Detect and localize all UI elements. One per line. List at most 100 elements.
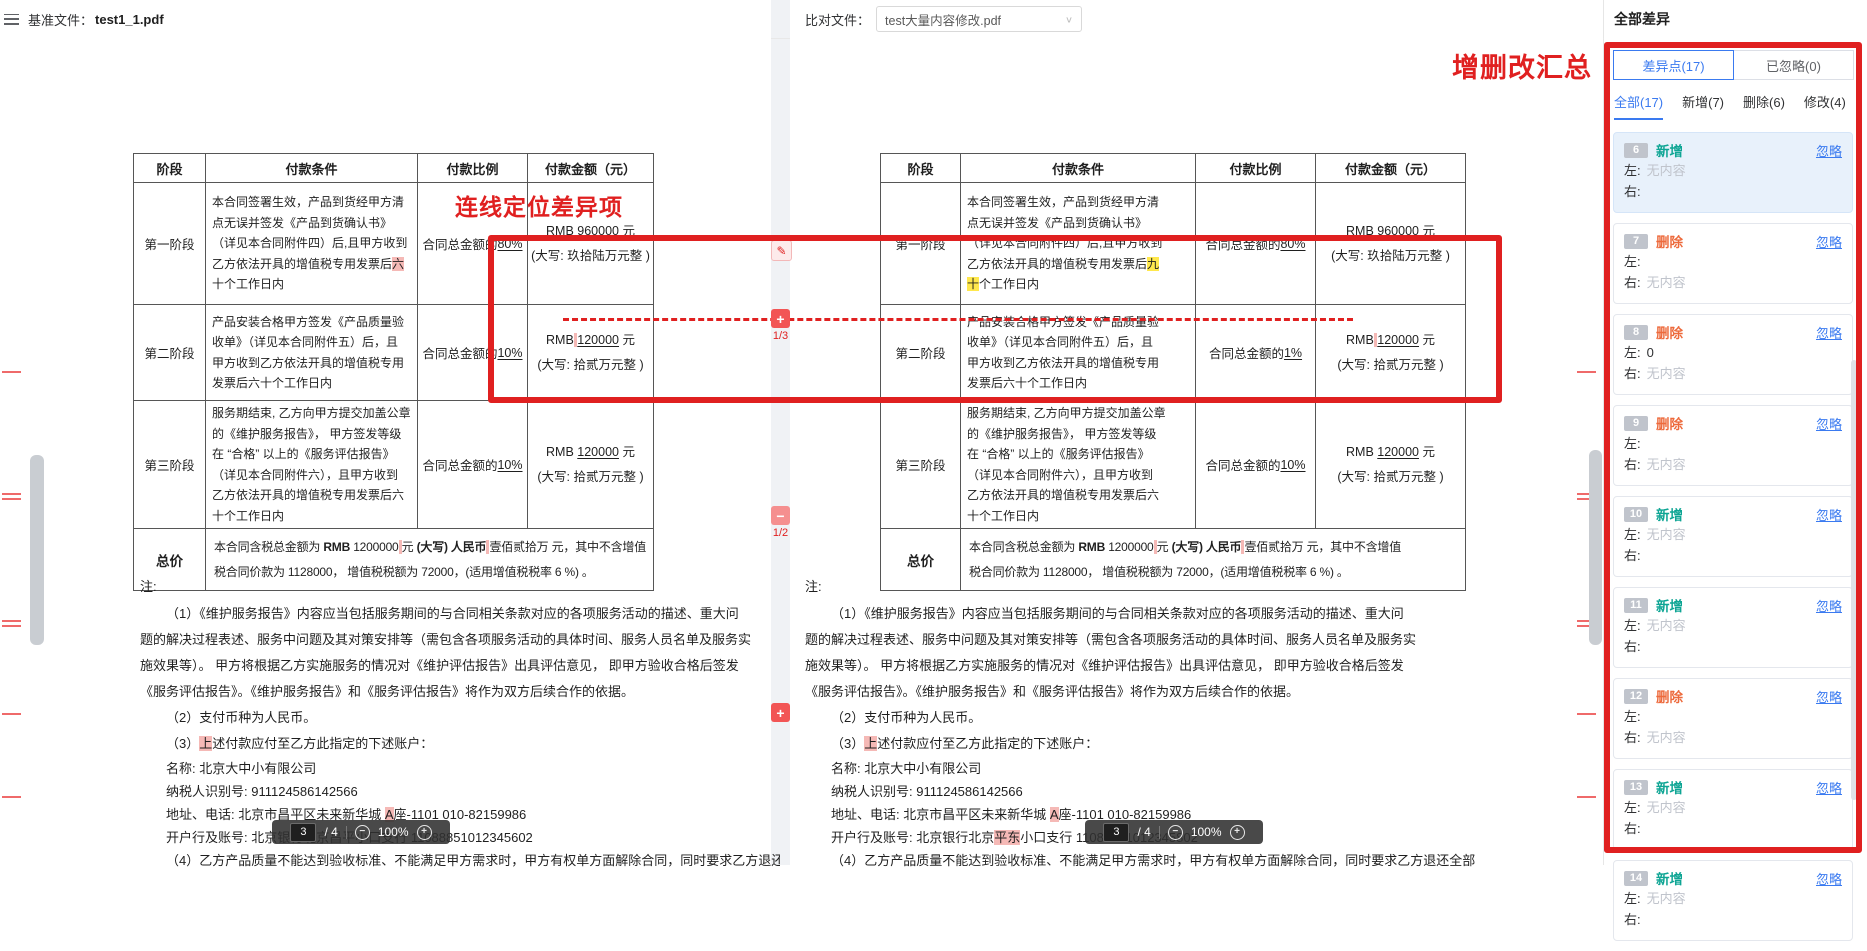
gutter-minus-marker[interactable]: −: [771, 506, 790, 525]
hamburger-menu-icon[interactable]: [4, 14, 19, 25]
table-condition-cell: 产品安装合格甲方签发《产品质量验收单》（详见本合同附件五）后，且甲方收到乙方依法…: [206, 305, 418, 401]
diff-card-header: 11新增忽略: [1624, 595, 1842, 615]
filter-all[interactable]: 全部(17): [1614, 92, 1663, 120]
base-file-label: 基准文件：: [28, 10, 93, 29]
table-stage-cell: 第三阶段: [881, 401, 961, 529]
table-stage-cell: 第一阶段: [134, 183, 206, 305]
diff-side-label: 右:: [1624, 909, 1641, 930]
note-line: （3）上述付款应付至乙方此指定的下述账户：: [805, 731, 1525, 757]
ignore-link[interactable]: 忽略: [1816, 141, 1842, 160]
diff-panel-title: 全部差异: [1614, 9, 1670, 29]
table-header-cell: 付款比例: [1196, 154, 1316, 183]
diff-content-line: 左:: [1624, 251, 1842, 272]
base-document-page[interactable]: 阶段付款条件付款比例付款金额（元）第一阶段本合同签署生效，产品到货经甲方清点无误…: [0, 38, 771, 865]
table-condition-line: 的《维护服务报告》， 甲方签发等级: [967, 424, 1189, 445]
diff-position-mark: [2, 713, 21, 715]
table-condition-line: 点无误并签发《产品到货确认书》: [212, 213, 411, 234]
compare-document-page[interactable]: 阶段付款条件付款比例付款金额（元）第一阶段本合同签署生效，产品到货经甲方清点无误…: [790, 38, 1603, 865]
plus-icon: +: [776, 311, 784, 327]
compare-file-select-value: test大量内容修改.pdf: [885, 10, 1065, 29]
ignore-link[interactable]: 忽略: [1816, 778, 1842, 797]
filter-deleted[interactable]: 删除(6): [1743, 92, 1785, 120]
diff-position-mark: [1577, 713, 1596, 715]
diff-card-header: 8删除忽略: [1624, 322, 1842, 342]
right-doc-scrollbar[interactable]: [1589, 450, 1602, 645]
diff-card[interactable]: 9删除忽略左:右:无内容: [1613, 405, 1853, 486]
account-line: 名称: 北京大中小有限公司: [805, 757, 1525, 780]
table-condition-cell: 本合同签署生效，产品到货经甲方清点无误并签发《产品到货确认书》（详见本合同附件四…: [206, 183, 418, 305]
toolbar-divider: [346, 826, 347, 839]
table-amount-line: RMB 960000 元: [1346, 219, 1435, 244]
gutter-edit-marker[interactable]: ✎: [771, 240, 792, 261]
diff-card-header: 14新增忽略: [1624, 868, 1842, 888]
table-amount-line: RMB 120000 元: [1346, 440, 1435, 465]
diff-card[interactable]: 7删除忽略左:右:无内容: [1613, 223, 1853, 304]
zoom-out-icon[interactable]: −: [355, 825, 370, 840]
account-line: 纳税人识别号: 911124586142566: [140, 780, 780, 803]
zoom-out-icon[interactable]: −: [1168, 825, 1183, 840]
zoom-in-icon[interactable]: +: [1230, 825, 1245, 840]
diff-type-label: 删除: [1656, 231, 1683, 251]
table-condition-line: 十个工作日内: [212, 506, 411, 527]
diff-card[interactable]: 12删除忽略左:右:无内容: [1613, 678, 1853, 759]
account-line: （4）乙方产品质量不能达到验收标准、不能满足甲方需求时，甲方有权单方面解除合同，…: [805, 849, 1525, 872]
diff-side-label: 左:: [1624, 342, 1641, 363]
ignore-link[interactable]: 忽略: [1816, 687, 1842, 706]
gutter-plus-marker[interactable]: +: [771, 703, 790, 722]
page-total-label: / 4: [1137, 825, 1150, 839]
ignore-link[interactable]: 忽略: [1816, 505, 1842, 524]
diff-card[interactable]: 10新增忽略左:无内容右:: [1613, 496, 1853, 577]
filter-added[interactable]: 新增(7): [1682, 92, 1724, 120]
table-amount-cell: RMB 120000 元(大写: 拾贰万元整 ): [528, 401, 654, 529]
table-stage-cell: 第二阶段: [134, 305, 206, 401]
table-amount-line: RMB 120000 元: [1346, 328, 1435, 353]
ignore-link[interactable]: 忽略: [1816, 596, 1842, 615]
table-header-cell: 付款条件: [206, 154, 418, 183]
diff-position-mark: [1577, 371, 1596, 373]
page-number-input[interactable]: 3: [290, 823, 316, 842]
gutter-plus-marker[interactable]: +: [771, 309, 790, 328]
panel-scrollbar[interactable]: [1851, 360, 1857, 800]
table-header-cell: 付款金额（元）: [1316, 154, 1466, 183]
diff-index-badge: 10: [1624, 507, 1648, 522]
diff-side-label: 右:: [1624, 636, 1641, 657]
tab-diff-points[interactable]: 差异点(17): [1613, 50, 1734, 80]
table-condition-line: 产品安装合格甲方签发《产品质量验: [212, 312, 411, 333]
filter-modified[interactable]: 修改(4): [1804, 92, 1846, 120]
diff-tab-group: 差异点(17) 已忽略(0): [1613, 50, 1854, 80]
table-ratio-cell: 合同总金额的 10%: [418, 305, 528, 401]
diff-card[interactable]: 8删除忽略左:0右:无内容: [1613, 314, 1853, 395]
ignore-link[interactable]: 忽略: [1816, 869, 1842, 888]
account-line: 地址、电话: 北京市昌平区未来新华城 A座-1101 010-82159986: [140, 803, 780, 826]
payment-table-right: 阶段付款条件付款比例付款金额（元）第一阶段本合同签署生效，产品到货经甲方清点无误…: [880, 153, 1466, 591]
zoom-in-icon[interactable]: +: [417, 825, 432, 840]
table-condition-line: 服务期结束, 乙方向甲方提交加盖公章: [212, 403, 411, 424]
table-condition-cell: 本合同签署生效，产品到货经甲方清点无误并签发《产品到货确认书》（详见本合同附件四…: [961, 183, 1196, 305]
page-toolbar-left: 3/ 4−100%+: [272, 820, 450, 844]
diff-position-mark: [2, 620, 21, 622]
diff-content-line: 右:: [1624, 818, 1842, 839]
diff-highlight: 九: [1147, 257, 1159, 271]
annotation-connector-label: 连线定位差异项: [455, 188, 623, 222]
left-doc-scrollbar[interactable]: [30, 455, 44, 645]
table-condition-line: 服务期结束, 乙方向甲方提交加盖公章: [967, 403, 1189, 424]
table-amount-line: RMB 960000 元: [546, 219, 635, 244]
diff-card[interactable]: 13新增忽略左:无内容右:: [1613, 769, 1853, 850]
ignore-link[interactable]: 忽略: [1816, 232, 1842, 251]
diff-highlight: 上: [199, 736, 212, 751]
tab-ignored[interactable]: 已忽略(0): [1734, 50, 1854, 80]
ignore-link[interactable]: 忽略: [1816, 323, 1842, 342]
diff-card[interactable]: 11新增忽略左:无内容右:: [1613, 587, 1853, 668]
table-amount-line: (大写: 拾贰万元整 ): [537, 465, 643, 490]
diff-card[interactable]: 6新增忽略左:无内容右:: [1613, 132, 1853, 213]
diff-side-label: 左:: [1624, 524, 1641, 545]
page-number-input[interactable]: 3: [1103, 823, 1129, 842]
diff-type-label: 删除: [1656, 322, 1683, 342]
diff-card[interactable]: 14新增忽略左:无内容右:: [1613, 860, 1853, 941]
diff-type-label: 新增: [1656, 595, 1683, 615]
note-line: 题的解决过程表述、服务中问题及其对策安排等（需包含各项服务活动的具体时间、服务人…: [140, 627, 780, 653]
ignore-link[interactable]: 忽略: [1816, 414, 1842, 433]
compare-file-select[interactable]: test大量内容修改.pdf ∨: [876, 6, 1082, 32]
table-header-cell: 阶段: [881, 154, 961, 183]
diff-type-label: 新增: [1656, 504, 1683, 524]
